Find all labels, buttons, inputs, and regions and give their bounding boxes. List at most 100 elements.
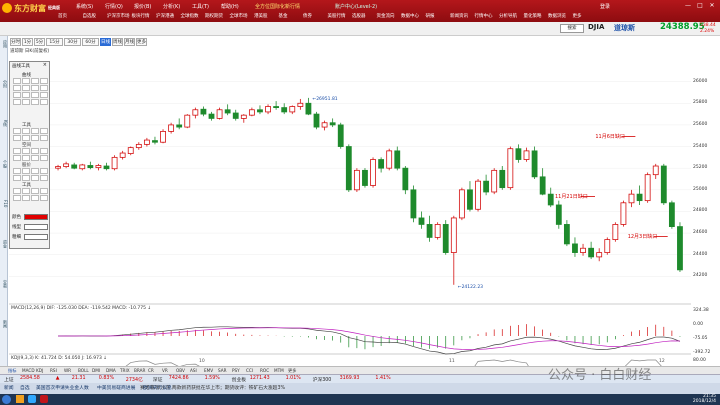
indicator-tab[interactable]: RSI (50, 368, 57, 373)
menu-item[interactable]: 报价(B) (134, 3, 151, 11)
left-tab[interactable]: 分时 (0, 80, 8, 88)
close-icon[interactable]: × (43, 62, 47, 68)
draw-tool-icon[interactable] (31, 135, 39, 141)
period-tab[interactable]: 分时 (10, 38, 21, 46)
menu-item[interactable]: 工具(T) (192, 3, 209, 11)
draw-tool-icon[interactable] (13, 148, 21, 154)
draw-tool-icon[interactable] (22, 85, 30, 91)
draw-tool-icon[interactable] (40, 99, 48, 105)
folder-icon[interactable] (16, 395, 24, 403)
draw-tool-icon[interactable] (40, 188, 48, 194)
draw-tool-icon[interactable] (22, 148, 30, 154)
draw-tool-icon[interactable] (22, 135, 30, 141)
period-tab[interactable]: 5分 (34, 38, 45, 46)
draw-tool-icon[interactable] (40, 128, 48, 134)
draw-tool-icon[interactable] (22, 78, 30, 84)
indicator-tab[interactable]: WR (64, 368, 71, 373)
promo-link[interactable]: 全方位国际化新行情 (255, 3, 300, 11)
draw-tool-icon[interactable] (13, 168, 21, 174)
left-tab[interactable]: 新闻 (0, 320, 8, 328)
draw-tool-icon[interactable] (13, 85, 21, 91)
draw-tool-icon[interactable] (31, 155, 39, 161)
period-tab[interactable]: 60分 (82, 38, 99, 46)
draw-tool-icon[interactable] (22, 195, 30, 201)
draw-tool-icon[interactable] (31, 99, 39, 105)
draw-tool-icon[interactable] (22, 99, 30, 105)
news-item[interactable]: 自选 (20, 384, 30, 391)
indicator-tab[interactable]: TRIX (120, 368, 130, 373)
draw-tool-icon[interactable] (22, 175, 30, 181)
nav-item[interactable]: 美股行情 (328, 13, 346, 21)
tool-option-select[interactable] (24, 234, 48, 240)
draw-tool-icon[interactable] (40, 92, 48, 98)
draw-tool-icon[interactable] (22, 128, 30, 134)
nav-item[interactable]: 数据中心 (401, 13, 419, 21)
left-tab[interactable]: F10 (0, 200, 8, 207)
indicator-tab[interactable]: VR (162, 368, 168, 373)
indicator-tab[interactable]: MACD (22, 368, 35, 373)
left-tab[interactable]: 个股 (0, 160, 8, 168)
draw-tool-icon[interactable] (31, 175, 39, 181)
draw-tool-icon[interactable] (13, 78, 21, 84)
draw-tool-icon[interactable] (40, 135, 48, 141)
indicator-tab[interactable]: ASI (190, 368, 197, 373)
nav-item[interactable]: 债券 (303, 13, 312, 21)
nav-item[interactable]: 港美股 (254, 13, 268, 21)
nav-item[interactable]: 基金 (279, 13, 288, 21)
draw-tool-icon[interactable] (31, 195, 39, 201)
draw-tool-icon[interactable] (31, 148, 39, 154)
nav-item[interactable]: 首页 (58, 13, 67, 21)
draw-tool-icon[interactable] (13, 155, 21, 161)
nav-item[interactable]: 板块行情 (132, 13, 150, 21)
draw-tool-icon[interactable] (40, 175, 48, 181)
start-icon[interactable] (2, 395, 11, 404)
nav-item[interactable]: 分析导航 (499, 13, 517, 21)
period-tab[interactable]: 15分 (46, 38, 63, 46)
nav-item[interactable]: 行情中心 (475, 13, 493, 21)
draw-tool-icon[interactable] (40, 195, 48, 201)
draw-tool-icon[interactable] (13, 92, 21, 98)
draw-tool-icon[interactable] (13, 128, 21, 134)
nav-item[interactable]: 研报 (426, 13, 435, 21)
draw-tool-icon[interactable] (31, 78, 39, 84)
period-tab[interactable]: 1分 (22, 38, 33, 46)
tool-option-select[interactable] (24, 224, 48, 230)
draw-tool-icon[interactable] (13, 195, 21, 201)
left-tab[interactable]: 应用 (0, 40, 8, 48)
draw-tool-icon[interactable] (22, 188, 30, 194)
nav-item[interactable]: 数据浏览 (548, 13, 566, 21)
left-tab[interactable]: K线 (0, 120, 8, 127)
menu-item[interactable]: 行情(Q) (105, 3, 123, 11)
nav-item[interactable]: 选股器 (352, 13, 366, 21)
period-tab[interactable]: 更多 (136, 38, 147, 46)
draw-tool-icon[interactable] (13, 188, 21, 194)
news-item[interactable]: 欧洲央行议息 (143, 384, 172, 391)
menu-item[interactable]: 系统(S) (76, 3, 93, 11)
draw-tool-icon[interactable] (31, 92, 39, 98)
app-taskbar-icon[interactable] (40, 395, 48, 403)
draw-tool-icon[interactable] (22, 168, 30, 174)
nav-item[interactable]: 资金流向 (377, 13, 395, 21)
left-tab[interactable]: 资金 (0, 240, 8, 248)
draw-tool-icon[interactable] (31, 85, 39, 91)
draw-tool-icon[interactable] (31, 168, 39, 174)
draw-tool-icon[interactable] (13, 99, 21, 105)
indicator-tab[interactable]: DMI (92, 368, 100, 373)
period-tab[interactable]: 30分 (64, 38, 81, 46)
nav-item[interactable]: 沪深京市场 (107, 13, 130, 21)
draw-tool-icon[interactable] (40, 148, 48, 154)
indicator-tab[interactable]: BOLL (78, 368, 89, 373)
draw-tool-icon[interactable] (31, 128, 39, 134)
account-link[interactable]: 账户中心(Level-2) (335, 3, 377, 11)
draw-tool-icon[interactable] (13, 175, 21, 181)
draw-tool-icon[interactable] (40, 78, 48, 84)
nav-item[interactable]: 自选股 (83, 13, 97, 21)
indicator-tab[interactable]: CCI (246, 368, 253, 373)
draw-tool-icon[interactable] (22, 155, 30, 161)
indicator-tab[interactable]: SAR (218, 368, 227, 373)
period-tab[interactable]: 周线 (112, 38, 123, 46)
nav-item[interactable]: 更多 (573, 13, 582, 21)
indicator-tab[interactable]: PSY (232, 368, 240, 373)
tool-option-select[interactable] (24, 214, 48, 220)
indicator-tab[interactable]: MTM (274, 368, 284, 373)
